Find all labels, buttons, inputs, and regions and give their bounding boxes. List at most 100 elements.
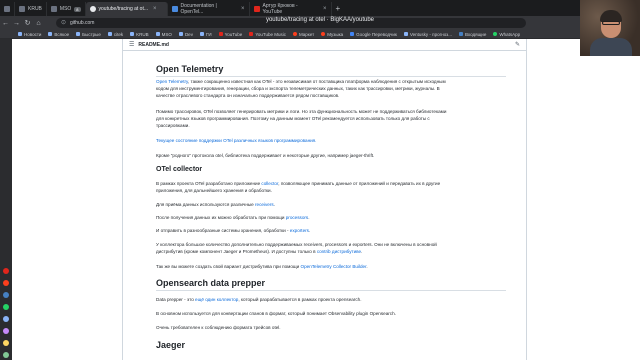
- yandex-icon: [293, 32, 297, 36]
- edit-icon[interactable]: ✎: [515, 41, 520, 48]
- bookmark-item[interactable]: Всякое: [48, 32, 69, 37]
- tab-opentelemetry-docs[interactable]: Documentation | OpenTel... ×: [168, 2, 250, 16]
- paragraph: Кроме "родного" протокола otel, библиоте…: [156, 153, 375, 158]
- bookmark-item[interactable]: MSO: [155, 32, 172, 37]
- bookmark-item[interactable]: YouTube Music: [249, 32, 286, 37]
- collector-builder-link[interactable]: OpenTelemetry Collector Builder: [301, 264, 367, 269]
- receivers-link[interactable]: receivers: [255, 202, 274, 207]
- bookmark-item[interactable]: Dev: [178, 32, 193, 37]
- heading-open-telemetry: Open Telemetry: [156, 64, 224, 74]
- lock-icon: ⊙: [61, 20, 67, 26]
- bookmark-item[interactable]: Новости: [18, 32, 41, 37]
- close-tab-icon[interactable]: ×: [323, 6, 327, 12]
- browser-toolbar: ← → ↻ ⌂ ⊙ github.com: [0, 16, 640, 30]
- tab-strip: KRUB MSO 8 youtube/tracing at ot... × Docu…: [0, 0, 640, 16]
- app-icon[interactable]: [3, 316, 9, 322]
- tab-youtube-channel[interactable]: Артур Крюков - YouTube ×: [250, 2, 332, 16]
- folder-icon: [76, 32, 81, 36]
- presenter-glasses: [602, 21, 620, 25]
- app-icon[interactable]: [3, 328, 9, 334]
- app-icon[interactable]: [3, 292, 9, 298]
- open-telemetry-link[interactable]: Open Telemetry: [156, 79, 188, 84]
- app-icon[interactable]: [3, 268, 9, 274]
- side-panel: [0, 39, 12, 360]
- forward-icon[interactable]: →: [11, 20, 22, 27]
- paragraph: Data prepper - это ещё один коллектор, к…: [156, 297, 362, 302]
- tab-krub[interactable]: KRUB: [15, 2, 47, 16]
- paragraph: В рамках проекта OTel разработано прилож…: [156, 181, 441, 193]
- bookmark-item[interactable]: Маркет: [293, 32, 314, 37]
- bookmarks-bar: Новости Всякое Быстрые citek KRUB MSO De…: [0, 30, 640, 39]
- contrib-link[interactable]: contrib дистрибутиве: [317, 249, 361, 254]
- back-icon[interactable]: ←: [0, 20, 11, 27]
- exporters-link[interactable]: exporters: [290, 228, 309, 233]
- tab-badge: 8: [74, 6, 81, 12]
- paragraph: В основном используется для конвертации …: [156, 311, 396, 316]
- app-icon[interactable]: [3, 280, 9, 286]
- collector-link[interactable]: collector: [261, 181, 278, 186]
- bookmark-item[interactable]: ГИ: [199, 32, 212, 37]
- paragraph: Так же вы можете создать свой вариант ди…: [156, 264, 368, 269]
- readme-filename: README.md: [138, 41, 169, 48]
- bookmark-item[interactable]: Быстрые: [76, 32, 101, 37]
- bookmark-item[interactable]: WhatsApp: [493, 32, 520, 37]
- heading-divider: [156, 76, 506, 77]
- whatsapp-icon: [493, 32, 498, 36]
- paragraph: Очень требователен к соблюдению формата …: [156, 325, 281, 330]
- close-tab-icon[interactable]: ×: [241, 6, 245, 12]
- bookmark-item[interactable]: YouTube: [218, 32, 242, 37]
- paragraph: Для приёма данных используются различные…: [156, 202, 275, 207]
- heading-data-prepper: Opensearch data prepper: [156, 278, 266, 288]
- paragraph: Текущее состояние поддержки OTel различн…: [156, 137, 506, 144]
- processors-link[interactable]: processors: [286, 215, 308, 220]
- paragraph: Open Telemetry, также сокращенно известн…: [156, 79, 446, 98]
- weather-icon: [403, 32, 408, 36]
- browser-window: KRUB MSO 8 youtube/tracing at ot... × Docu…: [0, 0, 640, 360]
- vk-icon: [458, 32, 463, 36]
- language-support-link[interactable]: Текущее состояние поддержки OTel различн…: [156, 138, 316, 143]
- new-tab-button[interactable]: +: [332, 2, 345, 16]
- opentelemetry-icon: [171, 6, 178, 12]
- bookmark-item[interactable]: Музыка: [321, 32, 343, 37]
- bookmark-item[interactable]: Google Переводчик: [350, 32, 397, 37]
- folder-icon: [48, 32, 53, 36]
- folder-icon: [199, 32, 204, 36]
- heading-jaeger: Jaeger: [156, 340, 186, 350]
- youtube-icon: [253, 6, 260, 12]
- home-icon[interactable]: ⌂: [33, 20, 44, 27]
- address-url: github.com: [70, 20, 95, 26]
- paragraph: Помимо трассировок, OTel позволяет генер…: [156, 109, 447, 128]
- folder-icon: [18, 32, 22, 36]
- github-icon: [89, 6, 96, 12]
- folder-icon: [155, 32, 160, 36]
- reload-icon[interactable]: ↻: [22, 19, 33, 27]
- youtube-icon: [249, 32, 254, 36]
- close-tab-icon[interactable]: ×: [153, 6, 157, 12]
- yandex-icon: [321, 32, 326, 36]
- bookmark-item[interactable]: Ventusky - прогноз...: [403, 32, 452, 37]
- app-icon[interactable]: [3, 304, 9, 310]
- webcam-overlay: [580, 0, 640, 56]
- bookmark-item[interactable]: citek: [107, 32, 123, 37]
- tab-pinned-settings[interactable]: [0, 2, 15, 16]
- folder-icon: [19, 6, 25, 12]
- list-icon[interactable]: ☰: [129, 41, 134, 48]
- gear-icon: [4, 6, 10, 12]
- app-icon[interactable]: [3, 352, 9, 358]
- paragraph: У коллектора большое количество дополнит…: [156, 242, 437, 254]
- paragraph: И отправить в разнообразные системы хран…: [156, 228, 311, 233]
- heading-otel-collector: OTel collector: [156, 166, 203, 173]
- bookmark-item[interactable]: KRUB: [130, 32, 149, 37]
- presenter-shirt: [590, 38, 632, 56]
- heading-divider: [156, 290, 506, 291]
- address-bar[interactable]: ⊙ github.com: [56, 18, 526, 28]
- youtube-icon: [218, 32, 223, 36]
- another-collector-link[interactable]: ещё один коллектор: [195, 297, 238, 302]
- folder-icon: [130, 32, 135, 36]
- folder-icon: [178, 32, 183, 36]
- readme-header: ☰ README.md ✎: [122, 39, 527, 51]
- tab-github-youtube-tracing[interactable]: youtube/tracing at ot... ×: [85, 2, 168, 16]
- tab-mso[interactable]: MSO 8: [47, 2, 86, 16]
- app-icon[interactable]: [3, 340, 9, 346]
- bookmark-item[interactable]: Входящие: [458, 32, 486, 37]
